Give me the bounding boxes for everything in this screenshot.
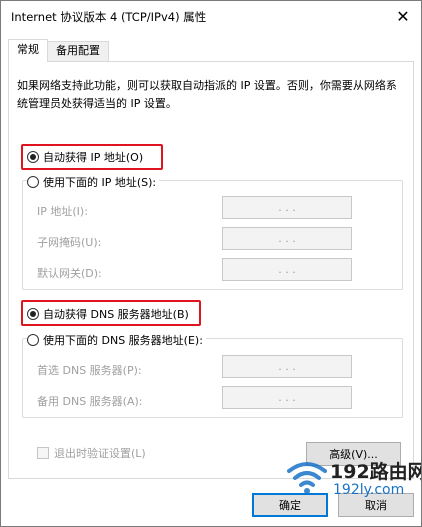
tab-strip: 常规 备用配置: [8, 39, 109, 62]
window-title: Internet 协议版本 4 (TCP/IPv4) 属性: [11, 10, 207, 24]
default-gateway-field[interactable]: . . .: [222, 258, 352, 281]
manual-dns-label: 使用下面的 DNS 服务器地址(E):: [43, 334, 203, 347]
manual-ip-label: 使用下面的 IP 地址(S):: [43, 176, 157, 189]
auto-dns-radio[interactable]: [27, 308, 39, 320]
manual-ip-option[interactable]: 使用下面的 IP 地址(S):: [27, 174, 160, 190]
auto-ip-radio[interactable]: [27, 151, 39, 163]
default-gateway-value: . . .: [278, 263, 296, 276]
general-tab-panel: 如果网络支持此功能，则可以获取自动指派的 IP 设置。否则，你需要从网络系统管理…: [8, 61, 414, 479]
subnet-mask-label: 子网掩码(U):: [37, 236, 102, 249]
alternate-dns-field[interactable]: . . .: [222, 386, 352, 409]
validate-settings-option[interactable]: 退出时验证设置(L): [37, 445, 146, 461]
cancel-button[interactable]: 取消: [338, 493, 414, 517]
validate-settings-label: 退出时验证设置(L): [54, 447, 146, 460]
ok-button[interactable]: 确定: [252, 493, 328, 517]
auto-ip-label: 自动获得 IP 地址(O): [43, 151, 144, 164]
preferred-dns-field[interactable]: . . .: [222, 355, 352, 378]
alternate-dns-value: . . .: [278, 391, 296, 404]
title-bar: Internet 协议版本 4 (TCP/IPv4) 属性 ✕: [1, 1, 421, 31]
preferred-dns-label: 首选 DNS 服务器(P):: [37, 364, 142, 377]
close-button[interactable]: ✕: [389, 3, 417, 29]
subnet-mask-value: . . .: [278, 232, 296, 245]
tab-general[interactable]: 常规: [8, 39, 48, 62]
default-gateway-label: 默认网关(D):: [37, 267, 102, 280]
auto-ip-option[interactable]: 自动获得 IP 地址(O): [27, 149, 143, 165]
tab-alternate-configuration[interactable]: 备用配置: [48, 41, 109, 61]
manual-dns-option[interactable]: 使用下面的 DNS 服务器地址(E):: [27, 332, 206, 348]
tcpip-properties-dialog: Internet 协议版本 4 (TCP/IPv4) 属性 ✕ 常规 备用配置 …: [0, 0, 422, 527]
advanced-button[interactable]: 高级(V)...: [306, 442, 401, 466]
close-icon: ✕: [396, 6, 410, 26]
manual-ip-radio[interactable]: [27, 176, 39, 188]
preferred-dns-value: . . .: [278, 360, 296, 373]
auto-dns-option[interactable]: 自动获得 DNS 服务器地址(B): [27, 306, 189, 322]
manual-dns-radio[interactable]: [27, 334, 39, 346]
validate-settings-checkbox[interactable]: [37, 447, 49, 459]
alternate-dns-label: 备用 DNS 服务器(A):: [37, 395, 143, 408]
subnet-mask-field[interactable]: . . .: [222, 227, 352, 250]
description-text: 如果网络支持此功能，则可以获取自动指派的 IP 设置。否则，你需要从网络系统管理…: [17, 79, 397, 110]
ip-address-label: IP 地址(I):: [37, 205, 88, 218]
auto-dns-label: 自动获得 DNS 服务器地址(B): [43, 308, 189, 321]
ip-address-field[interactable]: . . .: [222, 196, 352, 219]
ip-address-value: . . .: [278, 201, 296, 214]
